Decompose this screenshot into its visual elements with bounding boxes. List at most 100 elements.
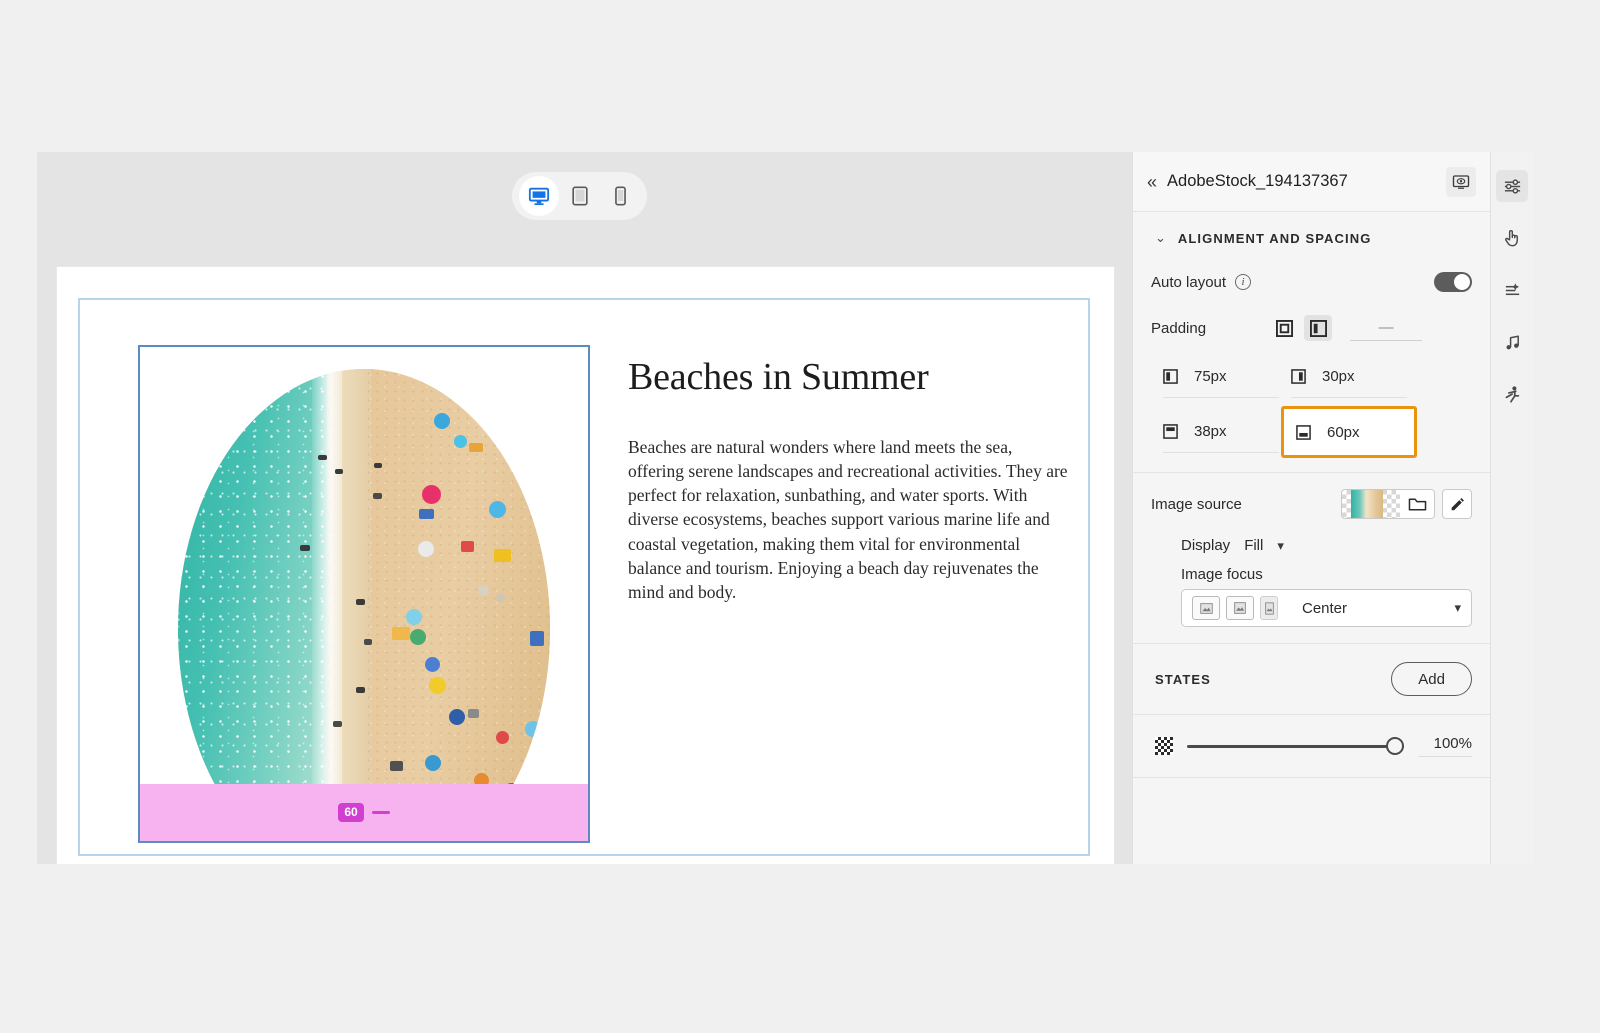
- alignment-spacing-section: ⌄ ALIGNMENT AND SPACING Auto layout i Pa…: [1133, 212, 1490, 473]
- beach-photo: [178, 369, 550, 784]
- opacity-slider[interactable]: [1187, 737, 1404, 755]
- auto-layout-toggle[interactable]: [1434, 272, 1472, 292]
- opacity-row: 100%: [1133, 715, 1490, 777]
- padding-bottom-value: 60px: [1327, 423, 1360, 441]
- padding-right-value: 30px: [1322, 368, 1355, 385]
- image-thumbnail[interactable]: [1342, 490, 1400, 518]
- image-source-label: Image source: [1151, 495, 1242, 513]
- focus-square-button[interactable]: [1226, 596, 1254, 620]
- image-source-picker[interactable]: [1341, 489, 1435, 519]
- padding-all-button[interactable]: [1270, 315, 1298, 341]
- padding-row-horizontal: 75px 30px: [1151, 356, 1472, 398]
- padding-value-badge: 60: [338, 803, 364, 822]
- display-value[interactable]: Fill: [1244, 537, 1263, 554]
- edit-image-button[interactable]: [1442, 489, 1472, 519]
- padding-all-icon: [1275, 319, 1293, 337]
- states-title: STATES: [1155, 671, 1211, 687]
- image-source-row: Image source: [1133, 473, 1490, 535]
- transparency-checker-icon: [1155, 737, 1173, 755]
- content-row: 60 Beaches in Summer Beaches are natural…: [138, 345, 1088, 845]
- image-block-selected[interactable]: 60: [138, 345, 590, 843]
- padding-bottom-icon: [1296, 424, 1311, 440]
- display-row: Display Fill ▾: [1133, 535, 1490, 560]
- device-mobile-button[interactable]: [601, 176, 641, 216]
- preview-button[interactable]: [1446, 166, 1476, 197]
- interactions-hand-icon: [1504, 230, 1518, 247]
- effects-icon: [1505, 282, 1519, 295]
- focus-wide-icon: [1199, 602, 1213, 614]
- display-chevron-down-icon[interactable]: ▾: [1277, 538, 1284, 554]
- image-focus-control: Center ▾: [1181, 589, 1472, 627]
- alignment-section-header[interactable]: ⌄ ALIGNMENT AND SPACING: [1133, 212, 1490, 260]
- alignment-section-title: ALIGNMENT AND SPACING: [1177, 230, 1372, 246]
- padding-dash-indicator: [371, 811, 390, 814]
- section-selection-outline[interactable]: 60 Beaches in Summer Beaches are natural…: [78, 298, 1090, 856]
- rail-interactions-button[interactable]: [1496, 222, 1528, 254]
- padding-left-icon: [1163, 369, 1178, 384]
- image-clip: [140, 347, 588, 784]
- add-state-button[interactable]: Add: [1391, 662, 1472, 696]
- image-focus-value[interactable]: Center: [1284, 600, 1448, 617]
- properties-icon: [1504, 178, 1520, 194]
- padding-right-icon: [1291, 369, 1306, 384]
- padding-values-grid: 75px 30px 38px 60px: [1133, 352, 1490, 472]
- app-root: 60 Beaches in Summer Beaches are natural…: [0, 0, 1600, 1033]
- auto-layout-row: Auto layout i: [1133, 260, 1490, 304]
- focus-tall-button[interactable]: [1260, 596, 1278, 620]
- focus-chevron-down-icon[interactable]: ▾: [1454, 600, 1461, 616]
- browse-files-button[interactable]: [1400, 490, 1434, 518]
- padding-label: Padding: [1151, 319, 1207, 337]
- mobile-icon: [615, 186, 626, 206]
- states-section: STATES Add: [1133, 644, 1490, 715]
- toggle-knob: [1454, 274, 1470, 290]
- padding-sides-icon: [1309, 319, 1327, 337]
- padding-top-value: 38px: [1194, 423, 1227, 440]
- device-tablet-button[interactable]: [560, 176, 600, 216]
- rail-properties-button[interactable]: [1496, 170, 1528, 202]
- ocean-sparkle: [178, 369, 335, 784]
- audio-music-icon: [1506, 334, 1519, 349]
- device-desktop-button[interactable]: [518, 176, 559, 216]
- folder-icon: [1408, 498, 1426, 510]
- padding-mode-buttons: —: [1270, 315, 1423, 341]
- padding-row-vertical: 38px 60px: [1151, 406, 1472, 458]
- canvas-area: 60 Beaches in Summer Beaches are natural…: [37, 152, 1132, 864]
- padding-left-field[interactable]: 75px: [1163, 356, 1279, 398]
- opacity-slider-knob[interactable]: [1386, 737, 1404, 755]
- rail-effects-button[interactable]: [1496, 274, 1528, 306]
- padding-left-value: 75px: [1194, 368, 1227, 385]
- padding-bottom-field[interactable]: 60px: [1281, 406, 1417, 458]
- padding-overlay-bottom: 60: [140, 784, 588, 841]
- image-source-section: Image source Display Fill ▾ Image focus …: [1133, 473, 1490, 644]
- padding-top-icon: [1163, 424, 1178, 439]
- display-label: Display: [1181, 537, 1231, 554]
- monitor-preview-icon: [1452, 174, 1470, 189]
- panel-header: « AdobeStock_194137367: [1133, 152, 1490, 212]
- page-canvas: 60 Beaches in Summer Beaches are natural…: [57, 267, 1114, 864]
- opacity-section: 100%: [1133, 715, 1490, 778]
- opacity-slider-track: [1187, 744, 1404, 748]
- opacity-value[interactable]: 100%: [1418, 735, 1472, 757]
- auto-layout-label: Auto layout: [1151, 273, 1227, 291]
- page-paragraph: Beaches are natural wonders where land m…: [628, 437, 1068, 602]
- padding-mode-row: Padding —: [1133, 304, 1490, 352]
- info-icon[interactable]: i: [1235, 274, 1252, 290]
- page-title: Beaches in Summer: [628, 356, 929, 398]
- tablet-icon: [571, 186, 588, 206]
- states-row: STATES Add: [1133, 644, 1490, 714]
- collapse-panel-icon[interactable]: «: [1147, 173, 1157, 191]
- padding-right-field[interactable]: 30px: [1291, 356, 1407, 398]
- padding-linked-value[interactable]: —: [1350, 315, 1423, 341]
- text-block[interactable]: Beaches in Summer Beaches are natural wo…: [628, 345, 1088, 604]
- focus-wide-button[interactable]: [1192, 596, 1220, 620]
- tool-rail: [1490, 152, 1533, 864]
- rail-audio-button[interactable]: [1496, 326, 1528, 358]
- padding-top-field[interactable]: 38px: [1163, 411, 1279, 453]
- panel-title: AdobeStock_194137367: [1167, 172, 1348, 190]
- rail-accessibility-button[interactable]: [1496, 378, 1528, 410]
- focus-square-icon: [1234, 602, 1246, 614]
- editor-window: 60 Beaches in Summer Beaches are natural…: [37, 152, 1533, 864]
- focus-tall-icon: [1264, 601, 1274, 615]
- padding-sides-button[interactable]: [1304, 315, 1333, 341]
- accessibility-icon: [1505, 385, 1519, 403]
